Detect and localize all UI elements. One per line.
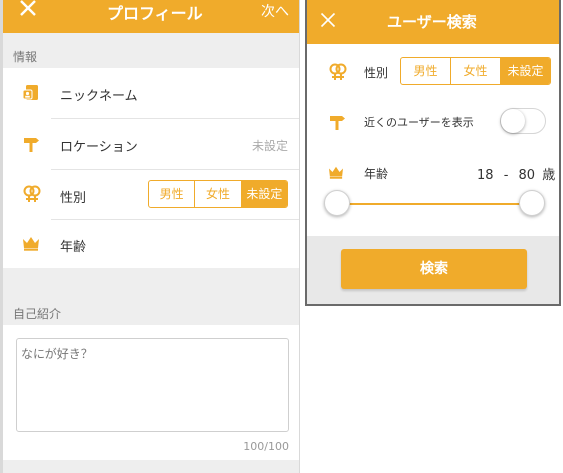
age-min: 18 <box>477 168 494 183</box>
info-section-label: 情報 <box>13 50 38 64</box>
toggle-knob <box>501 109 525 133</box>
gender-option-female[interactable]: 女性 <box>194 181 240 207</box>
profile-screen: プロフィール 次へ 情報 ニックネーム ロケーション 未設定 性別 男性 女性 … <box>0 0 300 473</box>
location-label: ロケーション <box>60 140 138 155</box>
search-button[interactable]: 検索 <box>341 249 527 289</box>
search-title: ユーザー検索 <box>387 13 477 31</box>
profile-header: プロフィール 次へ <box>3 0 299 33</box>
age-max: 80 <box>518 168 536 183</box>
age-slider-max-handle[interactable] <box>519 190 545 216</box>
page-title: プロフィール <box>107 4 203 23</box>
search-age-label: 年齢 <box>364 167 389 181</box>
signpost-icon <box>330 116 345 130</box>
nickname-row[interactable]: ニックネーム <box>3 68 299 118</box>
gender-segmented-control: 男性 女性 未設定 <box>148 180 288 208</box>
search-gender-label: 性別 <box>364 66 389 80</box>
id-card-icon <box>22 85 38 100</box>
bio-textarea[interactable]: なにが好き？ <box>16 338 289 432</box>
crown-icon <box>329 166 343 179</box>
next-button[interactable]: 次へ <box>261 1 289 21</box>
close-button[interactable] <box>19 0 37 21</box>
age-slider-min-handle[interactable] <box>324 190 350 216</box>
age-row[interactable]: 年齢 <box>3 220 299 268</box>
gender-option-male[interactable]: 男性 <box>149 181 194 207</box>
gender-icon <box>329 63 347 80</box>
search-gender-option-female[interactable]: 女性 <box>450 58 500 84</box>
search-gender-option-unset[interactable]: 未設定 <box>500 58 550 84</box>
search-header: ユーザー検索 <box>307 0 559 44</box>
age-unit: 歳 <box>542 168 556 183</box>
user-search-panel: ユーザー検索 性別 男性 女性 未設定 近くのユーザーを表示 年齢 18 - 8… <box>305 0 561 306</box>
gender-option-unset[interactable]: 未設定 <box>240 181 287 207</box>
age-label: 年齢 <box>60 240 87 255</box>
search-gender-segmented-control: 男性 女性 未設定 <box>400 57 551 85</box>
gender-row: 性別 男性 女性 未設定 <box>3 170 299 220</box>
crown-icon <box>23 237 39 251</box>
nearby-toggle[interactable] <box>500 108 546 134</box>
close-icon <box>320 12 336 28</box>
age-slider-track <box>337 203 533 205</box>
search-gender-option-male[interactable]: 男性 <box>401 58 450 84</box>
bio-char-counter: 100/100 <box>243 440 289 453</box>
bio-section-label: 自己紹介 <box>13 307 62 321</box>
age-separator: - <box>503 168 509 183</box>
gender-icon <box>23 185 41 202</box>
location-row[interactable]: ロケーション 未設定 <box>3 119 299 169</box>
gender-label: 性別 <box>60 191 87 206</box>
signpost-icon <box>24 138 39 152</box>
nearby-label: 近くのユーザーを表示 <box>364 116 474 129</box>
close-icon <box>20 0 36 16</box>
age-range-value: 18 - 80 歳 <box>477 164 555 183</box>
nickname-label: ニックネーム <box>60 89 138 104</box>
close-button[interactable] <box>320 12 336 32</box>
location-value: 未設定 <box>252 139 289 153</box>
bio-placeholder: なにが好き？ <box>21 347 93 361</box>
